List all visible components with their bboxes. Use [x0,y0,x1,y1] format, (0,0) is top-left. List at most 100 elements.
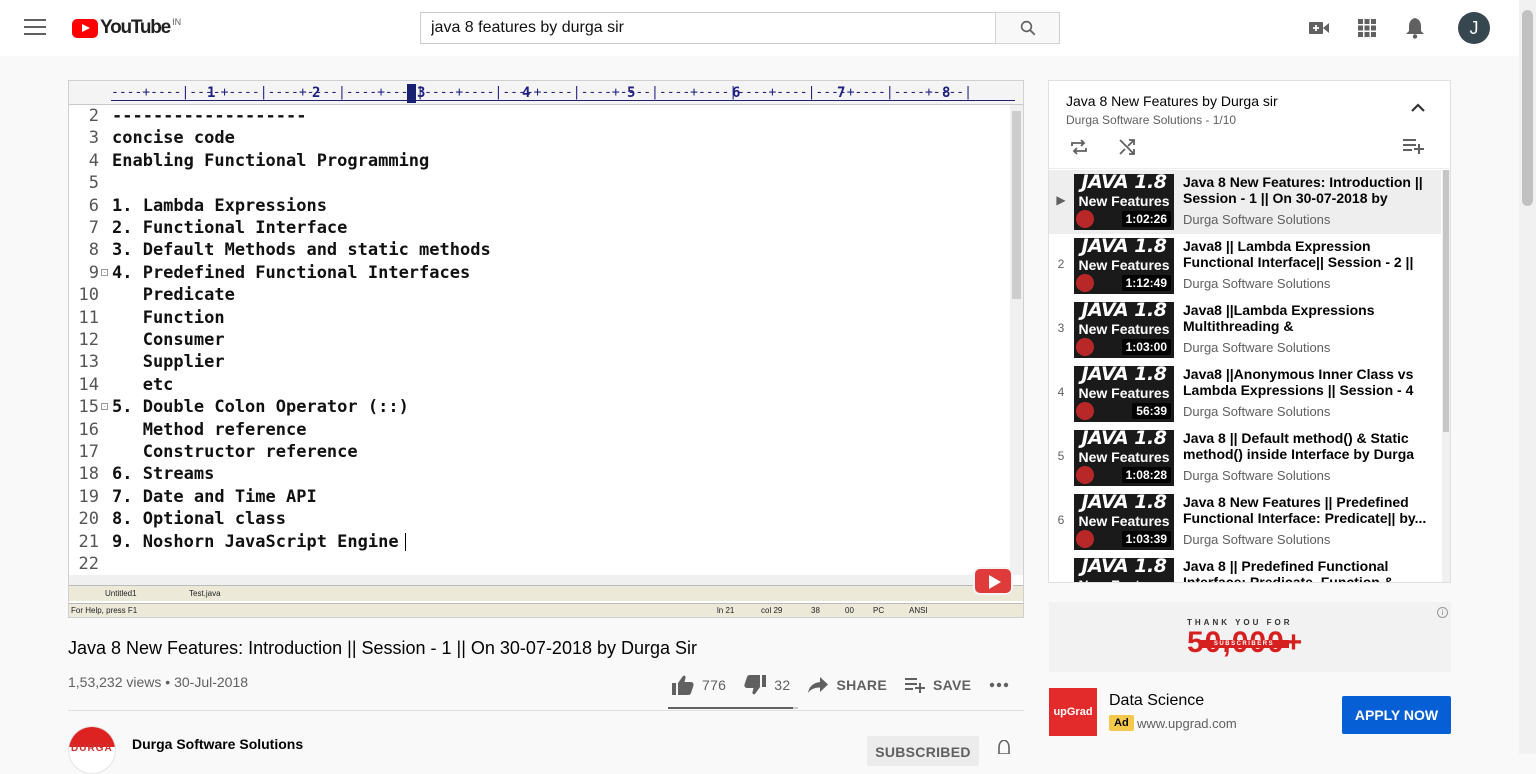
channel-avatar[interactable]: DURGA [68,726,116,774]
line-number: 4 [88,150,99,171]
code-line[interactable]: 8 3. Default Methods and static methods [69,239,1009,261]
thumbnail-subheading: New Features [1078,193,1170,209]
thumbs-down-icon [744,675,767,695]
code-line[interactable]: 3 concise code [69,127,1009,149]
save-label: SAVE [932,677,972,693]
video-thumbnail[interactable]: JAVA 1.8 New Features 1:03:00 [1074,302,1174,358]
code-line[interactable]: 22 [69,553,1009,575]
playlist-video-title[interactable]: Java 8 || Predefined Functional Interfac… [1183,558,1433,582]
playlist-video-title[interactable]: Java 8 || Default method() & Static meth… [1183,430,1433,462]
playlist-item[interactable]: 4 JAVA 1.8 New Features 56:39 Java8 ||Anonym… [1049,362,1441,426]
apps-grid-icon[interactable] [1355,16,1379,40]
code-line[interactable]: 12 Consumer [69,329,1009,351]
more-actions-button[interactable] [989,682,1017,688]
ruler-caret-marker [407,84,416,103]
duration-badge: 56:39 [1132,403,1171,419]
thumbnail-subheading: New Features [1078,513,1170,529]
page-scrollbar-thumb[interactable] [1522,10,1533,206]
advertiser-logo[interactable]: upGrad [1049,688,1097,736]
code-line[interactable]: 16 Method reference [69,419,1009,441]
notifications-bell-icon[interactable] [1403,16,1427,40]
code-line[interactable]: 20 8. Optional class [69,508,1009,530]
code-line[interactable]: 14 etc [69,374,1009,396]
create-video-icon[interactable] [1307,16,1331,40]
playlist-item[interactable]: ▶ JAVA 1.8 New Features 1:02:26 Java 8 New F… [1049,170,1441,234]
search-input[interactable] [420,12,995,44]
code-line[interactable]: 19 7. Date and Time API [69,486,1009,508]
save-to-playlist-button[interactable]: SAVE [904,677,972,693]
text-caret [404,532,406,551]
code-line[interactable]: 21 9. Noshorn JavaScript Engine [69,531,1009,553]
code-line[interactable]: 4 Enabling Functional Programming [69,150,1009,172]
playlist-video-title[interactable]: Java8 || Lambda Expression Functional In… [1183,238,1433,270]
code-line[interactable]: 2 ------------------- [69,105,1009,127]
search-bar [420,12,1060,44]
playlist-video-title[interactable]: Java 8 New Features: Introduction || Ses… [1183,174,1433,206]
save-playlist-icon[interactable] [1403,137,1425,160]
code-line[interactable]: 6 1. Lambda Expressions [69,195,1009,217]
code-line[interactable]: 10 Predicate [69,284,1009,306]
editor-ruler: ----+----|----+----|----+----|----+----|… [69,81,1023,105]
playlist-video-title[interactable]: Java 8 New Features || Predefined Functi… [1183,494,1433,526]
youtube-logo[interactable]: YouTube IN [72,16,181,40]
playlist-video-title[interactable]: Java8 ||Lambda Expressions Multithreadin… [1183,302,1433,334]
dislike-button[interactable]: 32 [744,675,790,695]
video-thumbnail[interactable]: JAVA 1.8 New Features 1:03:39 [1074,494,1174,550]
playlist-item[interactable]: 6 JAVA 1.8 New Features 1:03:39 Java 8 New F… [1049,490,1441,554]
video-thumbnail[interactable]: JAVA 1.8 New Features 1:08:28 [1074,430,1174,486]
code-line[interactable]: 7 2. Functional Interface [69,217,1009,239]
thumbnail-presenter-image [1076,530,1094,548]
search-button[interactable] [995,12,1060,44]
status-cell-1: 38 [811,606,820,615]
video-thumbnail[interactable]: JAVA 1.8 New Features 1:12:49 [1074,238,1174,294]
playlist-item[interactable]: JAVA 1.8New Features Java 8 || Predefined… [1049,554,1441,582]
code-line[interactable]: 9-4. Predefined Functional Interfaces [69,262,1009,284]
collapse-playlist-chevron-up-icon[interactable] [1409,101,1427,119]
ad-info-icon[interactable]: i [1437,607,1448,618]
fold-toggle-icon[interactable]: - [101,403,108,411]
editor-tab-untitled[interactable]: Untitled1 [101,588,141,600]
playlist-item-index: 4 [1057,385,1065,399]
playlist-item[interactable]: 5 JAVA 1.8 New Features 1:08:28 Java 8 || De… [1049,426,1441,490]
code-line[interactable]: 5 [69,172,1009,194]
playlist-video-title[interactable]: Java8 ||Anonymous Inner Class vs Lambda … [1183,366,1433,398]
subscribed-button[interactable]: SUBSCRIBED [867,736,979,766]
video-thumbnail[interactable]: JAVA 1.8 New Features 56:39 [1074,366,1174,422]
playlist-item[interactable]: 2 JAVA 1.8 New Features 1:12:49 Java8 || Lam… [1049,234,1441,298]
loop-playlist-icon[interactable] [1069,137,1089,162]
search-icon [1020,20,1035,36]
code-line[interactable]: 18 6. Streams [69,463,1009,485]
editor-scroll-thumb[interactable] [1012,111,1021,299]
video-thumbnail[interactable]: JAVA 1.8 New Features 1:02:26 [1074,174,1174,230]
playlist-item[interactable]: 3 JAVA 1.8 New Features 1:03:00 Java8 ||Lamb… [1049,298,1441,362]
menu-icon[interactable] [24,19,46,37]
ad-title[interactable]: Data Science [1109,692,1204,710]
line-number: 12 [78,330,99,350]
fold-toggle-icon[interactable]: - [101,268,108,276]
line-number: 11 [78,307,99,328]
youtube-watermark-icon[interactable] [973,567,1013,595]
apply-now-button[interactable]: APPLY NOW [1342,696,1451,734]
code-line[interactable]: 13 Supplier [69,351,1009,373]
code-line[interactable]: 15-5. Double Colon Operator (::) [69,396,1009,418]
share-button[interactable]: SHARE [808,677,887,693]
playlist-scroll-thumb[interactable] [1443,170,1449,432]
duration-badge: 1:02:26 [1121,211,1171,227]
code-editor[interactable]: 2 ------------------- 3 concise code 4 Enabli… [69,105,1009,575]
video-thumbnail[interactable]: JAVA 1.8New Features [1074,558,1174,582]
thumbnail-heading: JAVA 1.8 [1081,558,1167,577]
account-avatar[interactable]: J [1458,12,1490,44]
video-player[interactable]: ----+----|----+----|----+----|----+----|… [68,80,1024,618]
ad-url[interactable]: www.upgrad.com [1137,716,1237,731]
channel-name[interactable]: Durga Software Solutions [132,736,303,752]
like-button[interactable]: 776 [672,675,726,695]
editor-horizontal-scrollbar[interactable] [69,575,1009,585]
channel-notification-bell-icon[interactable] [996,739,1012,759]
code-line[interactable]: 11 Function [69,307,1009,329]
shuffle-playlist-icon[interactable] [1117,137,1137,162]
editor-tab-test-java[interactable]: Test.java [185,588,225,600]
code-line[interactable]: 17 Constructor reference [69,441,1009,463]
line-number: 17 [78,442,99,462]
playlist-title[interactable]: Java 8 New Features by Durga sir [1066,93,1278,109]
banner-ad[interactable]: THANK YOU FOR 50,000+ SUBSCRIBERS i [1049,602,1451,672]
